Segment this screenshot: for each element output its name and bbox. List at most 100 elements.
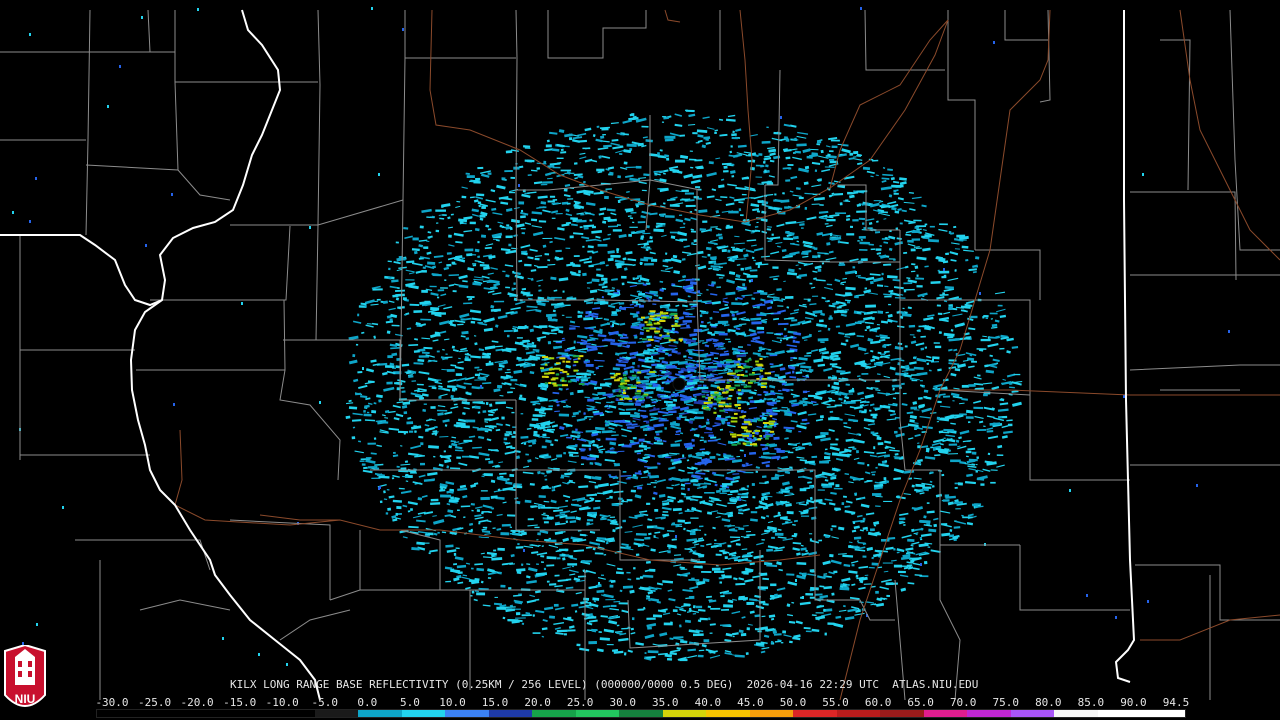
echo-pixel [923, 560, 928, 565]
echo-pixel [707, 253, 711, 257]
echo-pixel [388, 267, 391, 271]
echo-pixel [611, 313, 618, 316]
echo-pixel [759, 482, 766, 484]
echo-pixel [812, 295, 819, 297]
echo-pixel [693, 416, 705, 420]
echo-pixel [521, 232, 525, 235]
echo-pixel [849, 225, 854, 228]
echo-pixel [717, 364, 723, 368]
echo-pixel [532, 632, 541, 634]
echo-pixel [502, 270, 506, 273]
echo-pixel [847, 544, 852, 549]
echo-pixel [924, 223, 928, 226]
echo-pixel [436, 296, 440, 299]
echo-pixel [636, 486, 643, 490]
echo-pixel [870, 431, 875, 434]
echo-pixel [809, 596, 815, 599]
echo-pixel [540, 561, 544, 564]
echo-pixel [926, 502, 930, 504]
echo-pixel [721, 420, 726, 423]
echo-pixel [646, 335, 653, 339]
echo-pixel [699, 381, 704, 383]
echo-pixel [501, 225, 505, 229]
echo-pixel [728, 340, 732, 343]
echo-pixel [747, 159, 752, 163]
echo-pixel [699, 340, 705, 342]
echo-pixel [882, 562, 893, 564]
echo-pixel [546, 428, 555, 431]
echo-pixel [728, 395, 733, 397]
echo-pixel [755, 470, 759, 473]
echo-pixel [816, 140, 822, 144]
echo-pixel [591, 251, 595, 254]
echo-pixel [695, 434, 700, 436]
echo-pixel [710, 365, 718, 369]
echo-pixel [827, 384, 831, 387]
echo-pixel [413, 350, 420, 353]
echo-pixel [977, 374, 981, 377]
echo-pixel [709, 632, 713, 634]
echo-pixel [942, 395, 951, 398]
echo-pixel [519, 394, 523, 398]
echo-pixel [589, 461, 594, 465]
echo-pixel [476, 509, 480, 512]
echo-pixel [916, 225, 927, 228]
echo-pixel [510, 378, 518, 382]
echo-pixel [796, 561, 807, 565]
echo-pixel [876, 284, 884, 287]
echo-pixel [588, 447, 592, 451]
echo-pixel [570, 217, 578, 220]
echo-pixel [581, 372, 592, 376]
echo-pixel [683, 603, 691, 607]
echo-pixel [719, 581, 723, 584]
echo-pixel [357, 313, 360, 317]
echo-pixel [618, 302, 625, 305]
echo-pixel [520, 227, 526, 230]
echo-pixel [720, 595, 725, 598]
echo-pixel [537, 532, 541, 536]
echo-pixel [884, 236, 888, 240]
echo-pixel [796, 275, 800, 279]
echo-pixel [523, 145, 531, 148]
echo-pixel [379, 421, 389, 424]
echo-pixel [617, 401, 624, 406]
echo-pixel [617, 175, 622, 179]
echo-pixel [774, 532, 784, 536]
echo-pixel [709, 456, 716, 459]
echo-pixel [598, 155, 602, 159]
echo-pixel [572, 264, 581, 267]
echo-pixel [518, 201, 525, 205]
echo-pixel [839, 202, 843, 206]
echo-pixel [507, 391, 513, 394]
echo-pixel [477, 166, 484, 170]
echo-pixel [723, 170, 729, 173]
echo-pixel [477, 255, 481, 259]
echo-pixel [903, 524, 906, 526]
echo-pixel [642, 415, 647, 419]
echo-pixel [700, 544, 705, 547]
echo-pixel [965, 450, 972, 454]
echo-pixel [817, 338, 829, 342]
echo-pixel [547, 259, 551, 262]
echo-pixel [881, 539, 890, 542]
echo-pixel [596, 268, 601, 271]
echo-pixel [641, 442, 644, 445]
echo-pixel [404, 460, 409, 463]
echo-pixel [596, 438, 601, 440]
echo-pixel [851, 564, 855, 567]
echo-pixel [361, 463, 366, 466]
echo-pixel [672, 421, 677, 424]
echo-pixel [391, 477, 395, 480]
echo-pixel [927, 546, 931, 548]
echo-pixel [501, 523, 511, 527]
echo-pixel [637, 221, 646, 224]
echo-pixel [937, 312, 943, 316]
echo-pixel [610, 254, 621, 258]
echo-pixel [757, 265, 761, 269]
echo-pixel [997, 304, 1003, 307]
echo-pixel [653, 535, 656, 538]
echo-pixel [547, 318, 554, 322]
echo-pixel [534, 526, 540, 529]
echo-pixel [545, 423, 550, 426]
echo-pixel [761, 475, 767, 478]
